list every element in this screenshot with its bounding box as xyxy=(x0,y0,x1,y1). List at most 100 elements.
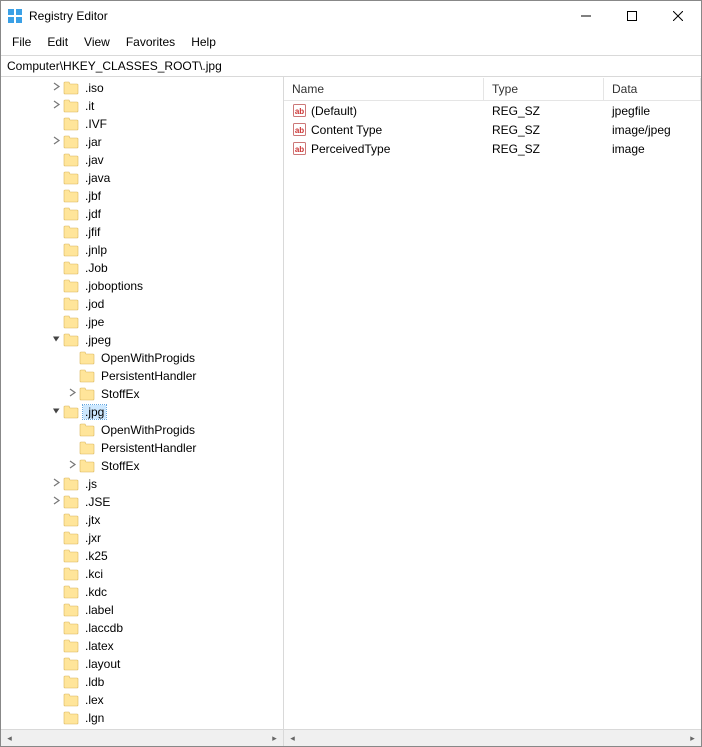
chevron-right-icon[interactable] xyxy=(65,460,79,472)
column-header-data[interactable]: Data xyxy=(604,78,701,100)
address-bar[interactable]: Computer\HKEY_CLASSES_ROOT\.jpg xyxy=(1,55,701,77)
tree-item[interactable]: .jod xyxy=(1,295,283,313)
folder-icon xyxy=(63,513,79,527)
tree-item-label: .iso xyxy=(83,81,106,95)
string-value-icon: ab xyxy=(292,141,307,156)
chevron-right-icon[interactable] xyxy=(49,136,63,148)
tree-item[interactable]: .kdc xyxy=(1,583,283,601)
chevron-right-icon[interactable] xyxy=(49,100,63,112)
registry-tree: .iso .it .IVF .jar.jav.java .jbf .jdf .jfif .jn… xyxy=(1,77,283,729)
value-type: REG_SZ xyxy=(484,104,604,118)
tree-item[interactable]: .jar xyxy=(1,133,283,151)
tree-item[interactable]: .JSE xyxy=(1,493,283,511)
folder-icon xyxy=(63,153,79,167)
tree-item[interactable]: .lib xyxy=(1,727,283,729)
tree-item-label: .latex xyxy=(83,639,116,653)
folder-icon xyxy=(63,333,79,347)
column-header-type[interactable]: Type xyxy=(484,78,604,100)
list-header: Name Type Data xyxy=(284,77,701,101)
tree-item-label: .jfif xyxy=(83,225,102,239)
tree-item[interactable]: .lex xyxy=(1,691,283,709)
tree-item-label: .k25 xyxy=(83,549,110,563)
tree-item[interactable]: .jfif xyxy=(1,223,283,241)
tree-item[interactable]: OpenWithProgids xyxy=(1,421,283,439)
tree-item[interactable]: .layout xyxy=(1,655,283,673)
svg-text:ab: ab xyxy=(295,107,304,116)
tree-item-label: .kdc xyxy=(83,585,109,599)
tree-item[interactable]: .IVF xyxy=(1,115,283,133)
folder-icon xyxy=(63,171,79,185)
tree-item[interactable]: .latex xyxy=(1,637,283,655)
tree-item[interactable]: OpenWithProgids xyxy=(1,349,283,367)
folder-icon xyxy=(63,621,79,635)
folder-icon xyxy=(63,693,79,707)
tree-item[interactable]: .ldb xyxy=(1,673,283,691)
tree-item-label: PersistentHandler xyxy=(99,441,198,455)
chevron-right-icon[interactable] xyxy=(49,496,63,508)
close-button[interactable] xyxy=(655,1,701,31)
tree-item[interactable]: .laccdb xyxy=(1,619,283,637)
tree-item[interactable]: StoffEx xyxy=(1,457,283,475)
column-header-name[interactable]: Name xyxy=(284,78,484,100)
tree-item[interactable]: .jxr xyxy=(1,529,283,547)
folder-icon xyxy=(63,405,79,419)
tree-item[interactable]: .joboptions xyxy=(1,277,283,295)
value-list-pane[interactable]: Name Type Data ab(Default)REG_SZjpegfile… xyxy=(284,77,701,729)
tree-item[interactable]: .iso xyxy=(1,79,283,97)
tree-item[interactable]: .jdf xyxy=(1,205,283,223)
tree-item[interactable]: .k25 xyxy=(1,547,283,565)
tree-item[interactable]: .jbf xyxy=(1,187,283,205)
string-value-icon: ab xyxy=(292,103,307,118)
folder-icon xyxy=(79,369,95,383)
chevron-right-icon[interactable] xyxy=(65,388,79,400)
value-name: PerceivedType xyxy=(311,142,390,156)
chevron-right-icon[interactable] xyxy=(49,478,63,490)
tree-item-label: OpenWithProgids xyxy=(99,423,197,437)
tree-item[interactable]: .java xyxy=(1,169,283,187)
tree-item[interactable]: PersistentHandler xyxy=(1,367,283,385)
tree-item-label: .jbf xyxy=(83,189,103,203)
chevron-right-icon[interactable] xyxy=(49,82,63,94)
folder-icon xyxy=(63,207,79,221)
menu-favorites[interactable]: Favorites xyxy=(119,33,182,51)
tree-item[interactable]: .kci xyxy=(1,565,283,583)
tree-item[interactable]: .jpe xyxy=(1,313,283,331)
value-data: jpegfile xyxy=(604,104,701,118)
list-row[interactable]: abPerceivedTypeREG_SZimage xyxy=(284,139,701,158)
tree-item-label: .IVF xyxy=(83,117,109,131)
folder-icon xyxy=(63,675,79,689)
tree-item[interactable]: .label xyxy=(1,601,283,619)
chevron-down-icon[interactable] xyxy=(49,406,63,418)
tree-item[interactable]: .jtx xyxy=(1,511,283,529)
regedit-app-icon xyxy=(7,8,23,24)
tree-item[interactable]: .jnlp xyxy=(1,241,283,259)
tree-item-label: .js xyxy=(83,477,99,491)
folder-icon xyxy=(63,477,79,491)
menu-file[interactable]: File xyxy=(5,33,38,51)
minimize-button[interactable] xyxy=(563,1,609,31)
tree-hscroll[interactable]: ◂ ▸ xyxy=(1,730,284,746)
chevron-down-icon[interactable] xyxy=(49,334,63,346)
folder-icon xyxy=(63,99,79,113)
tree-item[interactable]: .jpeg xyxy=(1,331,283,349)
tree-item[interactable]: PersistentHandler xyxy=(1,439,283,457)
tree-item[interactable]: .Job xyxy=(1,259,283,277)
tree-item[interactable]: .jpg xyxy=(1,403,283,421)
value-name: Content Type xyxy=(311,123,382,137)
menu-help[interactable]: Help xyxy=(184,33,223,51)
tree-item[interactable]: .it xyxy=(1,97,283,115)
tree-item-label: .jod xyxy=(83,297,106,311)
tree-item[interactable]: .js xyxy=(1,475,283,493)
tree-item[interactable]: StoffEx xyxy=(1,385,283,403)
tree-item[interactable]: .lgn xyxy=(1,709,283,727)
maximize-button[interactable] xyxy=(609,1,655,31)
tree-pane[interactable]: .iso .it .IVF .jar.jav.java .jbf .jdf .jfif .jn… xyxy=(1,77,284,729)
menu-edit[interactable]: Edit xyxy=(40,33,75,51)
menu-view[interactable]: View xyxy=(77,33,117,51)
list-row[interactable]: ab(Default)REG_SZjpegfile xyxy=(284,101,701,120)
list-hscroll[interactable]: ◂ ▸ xyxy=(284,730,701,746)
folder-icon xyxy=(63,711,79,725)
tree-item[interactable]: .jav xyxy=(1,151,283,169)
list-row[interactable]: abContent TypeREG_SZimage/jpeg xyxy=(284,120,701,139)
folder-icon xyxy=(63,297,79,311)
